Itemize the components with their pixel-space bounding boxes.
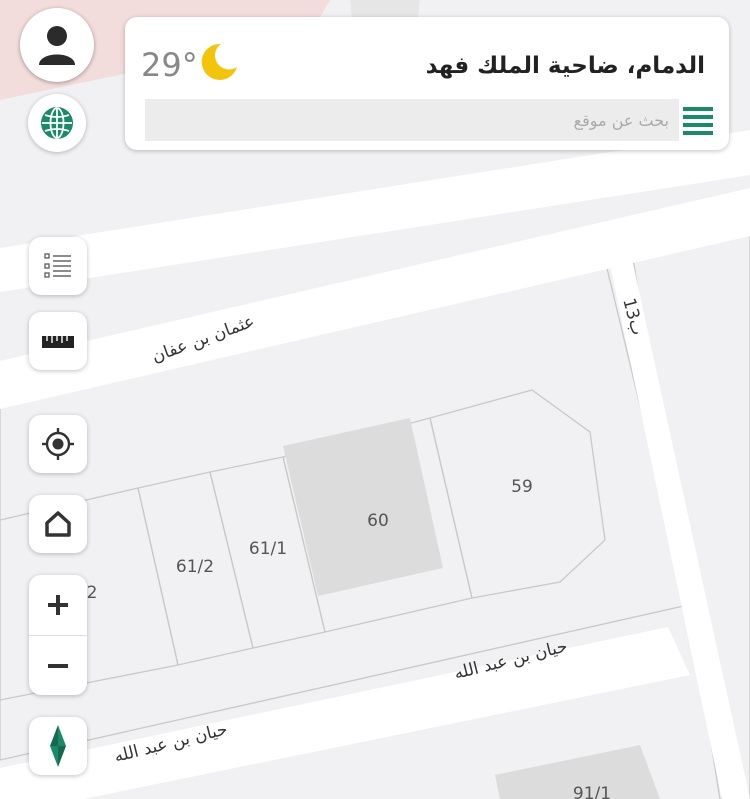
menu-icon[interactable] bbox=[683, 107, 713, 135]
moon-icon bbox=[201, 43, 237, 80]
parcel-label-62: 2 bbox=[87, 583, 98, 603]
globe-icon bbox=[41, 107, 73, 139]
parcel-label-61-2: 61/2 bbox=[176, 557, 214, 577]
zoom-in-button[interactable] bbox=[29, 575, 87, 635]
language-button[interactable] bbox=[28, 94, 86, 152]
locate-button[interactable] bbox=[29, 415, 87, 473]
compass-button[interactable] bbox=[29, 717, 87, 775]
zoom-out-button[interactable] bbox=[29, 636, 87, 696]
plus-icon bbox=[48, 595, 68, 615]
user-icon bbox=[39, 26, 75, 65]
temperature: 29° bbox=[141, 46, 198, 84]
parcel-label-59: 59 bbox=[511, 477, 533, 497]
crosshair-icon bbox=[42, 428, 74, 460]
list-icon bbox=[44, 253, 71, 278]
parcel-label-60: 60 bbox=[367, 511, 389, 531]
parcel-label-91-1: 91/1 bbox=[573, 784, 611, 799]
measure-button[interactable] bbox=[29, 312, 87, 370]
compass-icon bbox=[50, 725, 66, 767]
zoom-control bbox=[29, 575, 87, 695]
layers-button[interactable] bbox=[29, 237, 87, 295]
home-button[interactable] bbox=[29, 495, 87, 553]
location-panel: 29° الدمام، ضاحية الملك فهد bbox=[125, 17, 729, 150]
ruler-icon bbox=[42, 336, 74, 348]
location-title: الدمام، ضاحية الملك فهد bbox=[425, 53, 705, 79]
search-input[interactable] bbox=[145, 99, 679, 141]
profile-button[interactable] bbox=[20, 8, 94, 82]
home-icon bbox=[45, 511, 71, 537]
parcel-label-61-1: 61/1 bbox=[249, 539, 287, 559]
minus-icon bbox=[48, 664, 68, 668]
